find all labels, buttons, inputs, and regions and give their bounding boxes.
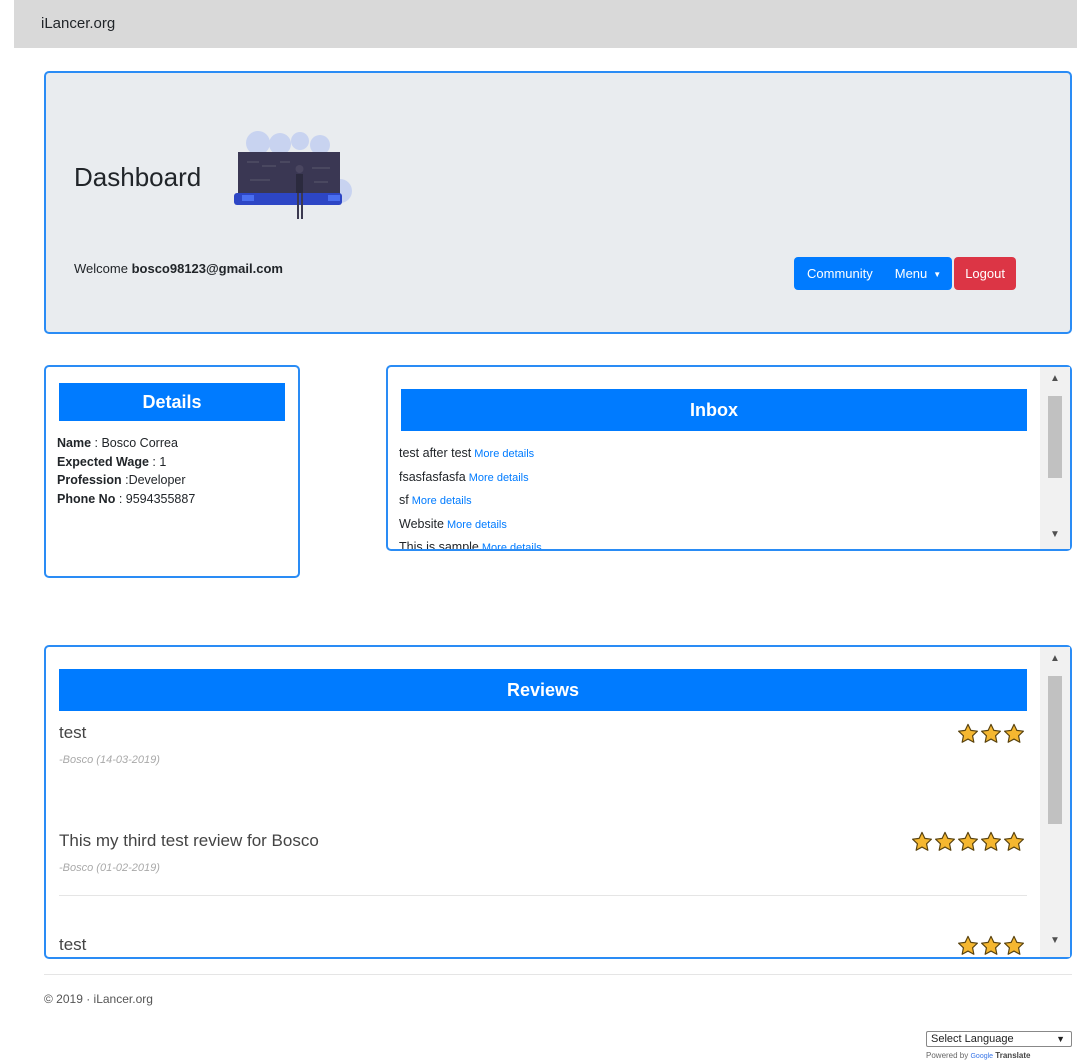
detail-label: Expected Wage: [57, 454, 149, 469]
review-item: test -Bosco (14-03-2019): [59, 723, 1027, 766]
review-meta: -Bosco (01-02-2019): [59, 862, 160, 874]
review-text: test: [59, 935, 87, 954]
details-list: Name : Bosco Correa Expected Wage : 1 Pr…: [57, 434, 195, 508]
dashboard-illustration: [234, 131, 352, 219]
detail-sep: :: [115, 491, 126, 506]
star-icon: [981, 831, 1001, 851]
scrollbar-thumb[interactable]: [1048, 396, 1062, 478]
inbox-item: test after test More details: [399, 442, 542, 466]
star-icon: [1004, 935, 1024, 955]
star-icon: [981, 935, 1001, 955]
more-details-link[interactable]: More details: [412, 495, 472, 507]
detail-value: Bosco Correa: [101, 436, 178, 450]
footer-divider: [44, 974, 1072, 975]
more-details-link[interactable]: More details: [469, 472, 529, 484]
star-icon: [958, 831, 978, 851]
inbox-item: fsasfasfasfa More details: [399, 466, 542, 490]
detail-row-profession: Profession :Developer: [57, 471, 195, 490]
copyright: © 2019 · iLancer.org: [44, 992, 153, 1006]
inbox-card[interactable]: Inbox test after test More details fsasfa…: [386, 365, 1072, 551]
inbox-scrollbar[interactable]: ▲ ▼: [1040, 367, 1070, 549]
review-divider: [59, 895, 1027, 896]
inbox-message: This is sample: [399, 540, 479, 551]
scroll-down-icon[interactable]: ▼: [1040, 523, 1070, 547]
logout-button[interactable]: Logout: [954, 257, 1016, 290]
more-details-link[interactable]: More details: [474, 448, 534, 460]
caret-down-icon: ▼: [933, 270, 942, 279]
navbar: iLancer.org: [14, 0, 1077, 48]
scroll-up-icon[interactable]: ▲: [1040, 367, 1070, 391]
scrollbar-thumb[interactable]: [1048, 676, 1062, 824]
inbox-heading: Inbox: [401, 389, 1027, 431]
review-item: This my third test review for Bosco -Bos…: [59, 831, 1027, 874]
inbox-list: test after test More details fsasfasfasfa…: [399, 442, 542, 551]
brand-link[interactable]: iLancer.org: [41, 15, 115, 32]
detail-sep: :: [148, 454, 160, 469]
details-heading: Details: [59, 383, 285, 421]
inbox-message: Website: [399, 516, 444, 531]
more-details-link[interactable]: More details: [447, 519, 507, 531]
menu-dropdown-button[interactable]: Menu ▼: [882, 257, 953, 290]
inbox-item: Website More details: [399, 513, 542, 537]
menu-label: Menu: [894, 266, 928, 281]
dashboard-jumbotron: Dashboard Welcome bosco98123@gmail.com C…: [44, 71, 1072, 334]
inbox-message: fsasfasfasfa: [399, 469, 466, 484]
welcome-message: Welcome bosco98123@gmail.com: [74, 261, 283, 276]
detail-sep: :: [121, 473, 129, 487]
star-icon: [958, 935, 978, 955]
page-title: Dashboard: [74, 162, 202, 192]
detail-value: 1: [159, 454, 167, 469]
more-details-link[interactable]: More details: [482, 542, 542, 549]
star-rating: [956, 935, 1025, 957]
action-buttons: Community Menu ▼ Logout: [794, 257, 1016, 290]
review-text: This my third test review for Bosco: [59, 831, 319, 850]
google-logo: Google: [970, 1053, 994, 1060]
star-rating: [910, 831, 1025, 857]
inbox-message: sf: [399, 493, 409, 507]
detail-label: Profession: [57, 473, 122, 487]
powered-by-label: Powered by: [926, 1051, 969, 1060]
scroll-up-icon[interactable]: ▲: [1040, 647, 1070, 671]
inbox-message: test after test: [399, 446, 472, 460]
powered-by-google: Powered by Google Translate: [926, 1051, 1030, 1060]
detail-row-wage: Expected Wage : 1: [57, 453, 195, 472]
inbox-item: This is sample More details: [399, 536, 542, 551]
star-icon: [912, 831, 932, 851]
scroll-down-icon[interactable]: ▼: [1040, 929, 1070, 953]
detail-sep: :: [91, 436, 102, 450]
detail-row-phone: Phone No : 9594355887: [57, 490, 195, 509]
star-icon: [981, 723, 1001, 743]
detail-row-name: Name : Bosco Correa: [57, 434, 195, 453]
language-select[interactable]: Select Language ▼: [926, 1031, 1072, 1047]
review-text: test: [59, 723, 87, 742]
star-icon: [958, 723, 978, 743]
inbox-item: sf More details: [399, 489, 542, 513]
detail-label: Name: [57, 436, 92, 450]
translate-label[interactable]: Translate: [995, 1051, 1030, 1060]
user-email: bosco98123@gmail.com: [131, 261, 283, 276]
star-icon: [1004, 723, 1024, 743]
detail-label: Phone No: [57, 491, 116, 506]
language-select-value: Select Language: [931, 1033, 1014, 1045]
detail-value: Developer: [128, 473, 186, 487]
star-icon: [1004, 831, 1024, 851]
star-icon: [935, 831, 955, 851]
detail-value: 9594355887: [125, 491, 196, 506]
select-arrow-icon: ▼: [1056, 1034, 1065, 1044]
reviews-heading: Reviews: [59, 669, 1027, 711]
welcome-prefix: Welcome: [74, 261, 128, 276]
details-card: Details Name : Bosco Correa Expected Wag…: [44, 365, 300, 578]
review-item: test: [59, 935, 1027, 955]
review-meta: -Bosco (14-03-2019): [59, 754, 160, 766]
community-button[interactable]: Community: [794, 257, 883, 290]
star-rating: [956, 723, 1025, 749]
reviews-card[interactable]: Reviews test -Bosco (14-03-2019) This my…: [44, 645, 1072, 959]
reviews-scrollbar[interactable]: ▲ ▼: [1040, 647, 1070, 957]
